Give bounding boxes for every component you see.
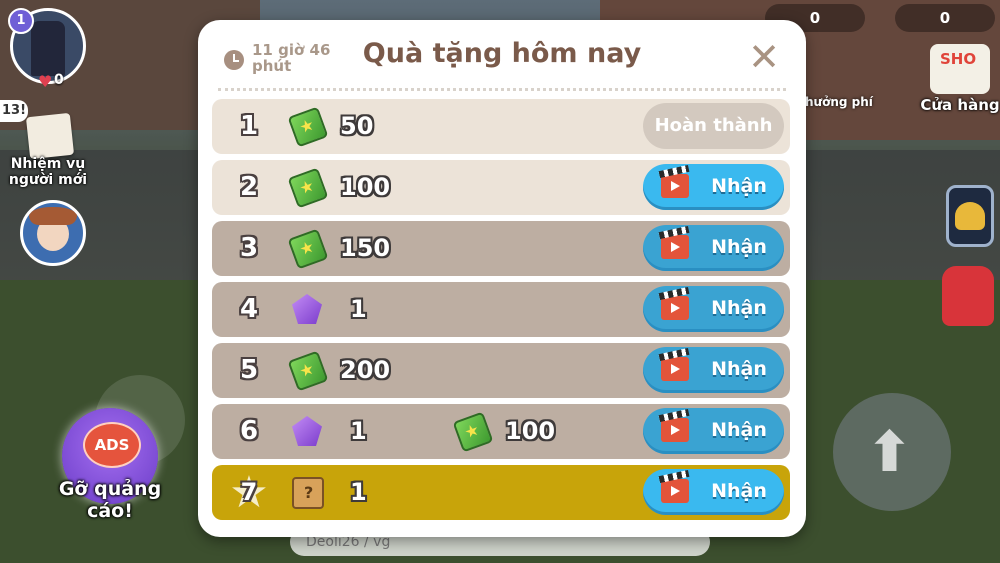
reward-amount: 50 [340,112,374,140]
daily-gift-dialog: 11 giờ 46 phút Quà tặng hôm nay ✕ 150Hoà… [198,20,806,537]
currency-counter: 0 [895,4,995,32]
row-number: 5 [239,355,259,385]
bell-icon [955,202,985,230]
claim-label: Nhận [711,480,767,502]
clapperboard-icon [661,235,689,259]
claim-button[interactable]: Nhận [643,408,784,454]
cash-icon [452,411,494,453]
gem-icon [292,416,322,446]
free-label[interactable]: hưởng phí [805,95,873,109]
row-number: 6 [239,416,259,446]
reward-amount: 100 [340,173,391,201]
reward-row: 4 1 Nhận [212,282,790,337]
level-badge: 1 [8,8,34,34]
divider [218,88,786,91]
quest-scroll-icon[interactable] [25,112,75,160]
claim-button[interactable]: Nhận [643,164,784,210]
reward-amount: 1 [350,417,367,445]
claim-button[interactable]: Nhận [643,225,784,271]
row-number: 4 [239,294,259,324]
quest-count-badge: 13! [0,100,28,122]
clapperboard-icon [661,174,689,198]
cash-icon [287,167,329,209]
npc-hat [29,207,77,225]
row-number: 1 [239,111,259,141]
reward-row: 1 50 Hoàn thành [212,99,790,154]
reward-amount: 1 [350,478,367,506]
completed-button[interactable]: Hoàn thành [643,103,784,149]
backpack-button[interactable] [942,266,994,326]
currency-value: 0 [939,9,951,27]
notification-button[interactable] [946,185,994,247]
claim-label: Nhận [711,358,767,380]
row-number: 3 [239,233,259,263]
reward-amount: 150 [340,234,391,262]
row-number: 2 [239,172,259,202]
currency-value: 0 [809,9,821,27]
reward-row: 2 100 Nhận [212,160,790,215]
quest-label[interactable]: Nhiệm vụ người mới [2,156,94,188]
cash-icon [287,106,329,148]
cash-icon [287,350,329,392]
heart-icon: ♥ [38,72,53,91]
clapperboard-icon [661,296,689,320]
shop-label[interactable]: Cửa hàng [920,96,1000,114]
claim-button[interactable]: Nhận [643,286,784,332]
reward-row: 5 200 Nhận [212,343,790,398]
likes-count: 0 [54,72,64,88]
reward-list: 150Hoàn thành2100Nhận3150Nhận41Nhận5200N… [212,99,790,526]
ads-badge: ADS [83,422,141,468]
remove-ads-label[interactable]: Gỡ quảng cáo! [40,478,180,522]
dialog-title: Quà tặng hôm nay [362,38,642,69]
row-number: 7 [240,478,258,506]
claim-label: Nhận [711,419,767,441]
claim-button[interactable]: Nhận [643,347,784,393]
arrow-up-icon: ⬆ [866,420,913,485]
shop-sign: SHO [940,50,977,68]
reward-amount: 1 [350,295,367,323]
reward-amount: 100 [505,417,556,445]
clapperboard-icon [661,418,689,442]
clapperboard-icon [661,357,689,381]
cash-icon [287,228,329,270]
npc-avatar[interactable] [20,200,86,266]
mystery-box-icon [292,477,324,509]
reward-row: ★71Nhận [212,465,790,520]
claim-label: Nhận [711,297,767,319]
avatar-figure [31,21,65,76]
gem-icon [292,294,322,324]
claim-label: Nhận [711,236,767,258]
reward-amount: 200 [340,356,391,384]
claim-button[interactable]: Nhận [643,469,784,515]
claim-label: Nhận [711,175,767,197]
clapperboard-icon [661,479,689,503]
close-icon[interactable]: ✕ [746,38,782,76]
reward-row: 6 1 100 Nhận [212,404,790,459]
reward-row: 3 150 Nhận [212,221,790,276]
